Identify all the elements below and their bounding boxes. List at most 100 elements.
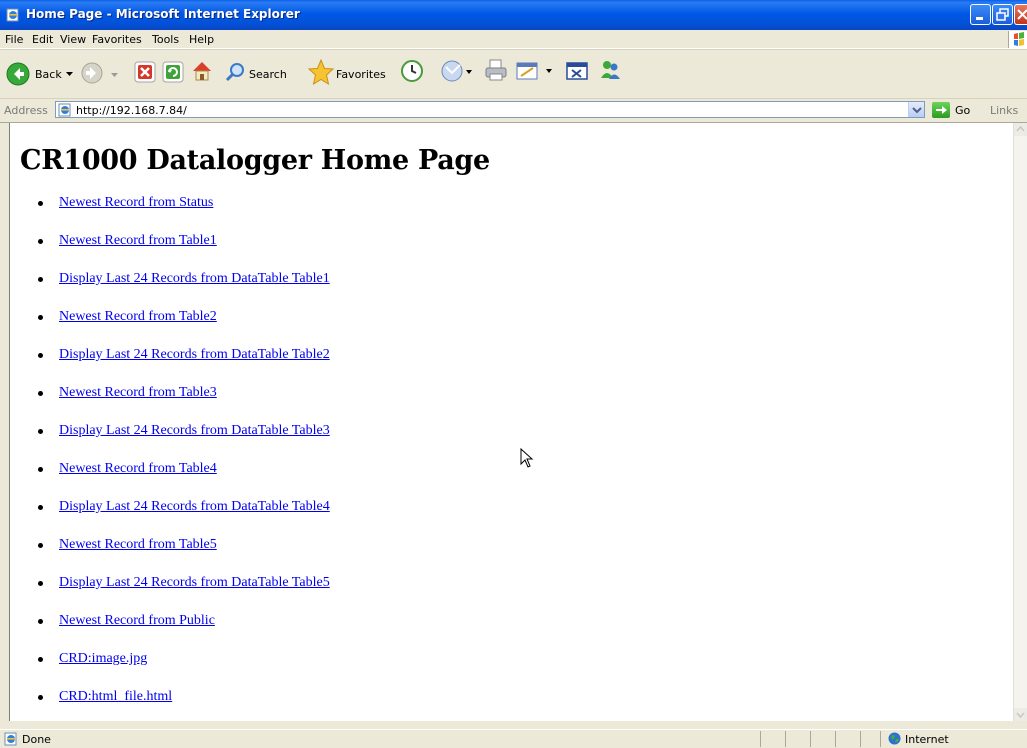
- ie-page-icon: [6, 8, 19, 22]
- link-crd-image[interactable]: CRD:image.jpg: [59, 651, 147, 667]
- maximize-button[interactable]: [992, 4, 1013, 25]
- back-arrow-icon: [6, 62, 30, 86]
- link-newest-table2[interactable]: Newest Record from Table2: [59, 309, 217, 325]
- messenger-button[interactable]: [598, 58, 622, 82]
- link-last24-table3[interactable]: Display Last 24 Records from DataTable T…: [59, 423, 330, 439]
- address-input[interactable]: http://192.168.7.84/: [55, 101, 925, 118]
- stop-icon: [134, 61, 156, 83]
- link-crd-html-file[interactable]: CRD:html_file.html: [59, 689, 172, 705]
- link-last24-table1[interactable]: Display Last 24 Records from DataTable T…: [59, 271, 330, 287]
- address-label: Address: [4, 104, 48, 117]
- link-newest-table4[interactable]: Newest Record from Table4: [59, 461, 217, 477]
- search-label: Search: [249, 68, 287, 81]
- bullet-icon: [38, 695, 43, 700]
- bullet-icon: [38, 391, 43, 396]
- restore-icon: [996, 8, 1009, 21]
- bullet-icon: [38, 429, 43, 434]
- status-text: Done: [22, 733, 51, 746]
- address-bar: Address http://192.168.7.84/ Go Links: [0, 99, 1027, 123]
- bullet-icon: [38, 201, 43, 206]
- close-button[interactable]: [1014, 4, 1027, 25]
- printer-icon: [485, 59, 507, 81]
- chevron-down-icon: [111, 73, 118, 77]
- bullet-icon: [38, 239, 43, 244]
- page-content: CR1000 Datalogger Home Page Newest Recor…: [9, 123, 1014, 721]
- forward-button[interactable]: [81, 62, 109, 86]
- refresh-icon: [162, 61, 184, 83]
- forward-arrow-icon: [81, 62, 103, 84]
- chevron-down-icon: [912, 107, 922, 114]
- title-bar: Home Page - Microsoft Internet Explorer: [0, 0, 1027, 30]
- discuss-icon: [566, 62, 588, 80]
- menu-tools[interactable]: Tools: [152, 33, 179, 46]
- link-newest-table3[interactable]: Newest Record from Table3: [59, 385, 217, 401]
- close-icon: [1017, 9, 1027, 20]
- bullet-icon: [38, 315, 43, 320]
- mail-icon: [441, 60, 472, 82]
- chevron-up-icon: [1016, 125, 1025, 132]
- globe-icon: [888, 732, 901, 745]
- menu-help[interactable]: Help: [189, 33, 214, 46]
- home-button[interactable]: [190, 59, 214, 83]
- history-button[interactable]: [400, 59, 424, 83]
- bullet-icon: [38, 505, 43, 510]
- search-button[interactable]: Search: [224, 59, 296, 87]
- home-icon: [193, 62, 211, 81]
- chevron-down-icon: [66, 72, 73, 76]
- left-frame-edge: [0, 123, 9, 721]
- bullet-icon: [38, 619, 43, 624]
- history-icon: [401, 60, 423, 82]
- go-button[interactable]: [932, 102, 950, 118]
- ie-page-icon: [4, 732, 17, 746]
- links-label[interactable]: Links: [990, 104, 1018, 117]
- go-label[interactable]: Go: [955, 104, 970, 117]
- address-url: http://192.168.7.84/: [76, 104, 187, 117]
- link-last24-table5[interactable]: Display Last 24 Records from DataTable T…: [59, 575, 330, 591]
- link-last24-table4[interactable]: Display Last 24 Records from DataTable T…: [59, 499, 330, 515]
- bullet-icon: [38, 467, 43, 472]
- menu-edit[interactable]: Edit: [32, 33, 53, 46]
- page-title: CR1000 Datalogger Home Page: [20, 145, 490, 176]
- bullet-icon: [38, 543, 43, 548]
- bullet-icon: [38, 657, 43, 662]
- windows-logo-icon: [1008, 31, 1027, 48]
- link-newest-public[interactable]: Newest Record from Public: [59, 613, 215, 629]
- link-newest-table5[interactable]: Newest Record from Table5: [59, 537, 217, 553]
- menu-file[interactable]: File: [5, 33, 23, 46]
- favorites-label: Favorites: [336, 68, 386, 81]
- security-zone-label: Internet: [905, 733, 949, 746]
- menu-view[interactable]: View: [60, 33, 86, 46]
- standard-toolbar: Back Search Favorites: [0, 49, 1027, 99]
- bullet-icon: [38, 353, 43, 358]
- favorites-button[interactable]: Favorites: [308, 58, 396, 86]
- refresh-button[interactable]: [162, 61, 184, 83]
- status-divider: [835, 731, 836, 747]
- print-button[interactable]: [484, 58, 508, 82]
- stop-button[interactable]: [134, 61, 156, 83]
- chevron-down-icon: [1016, 712, 1025, 719]
- go-arrow-icon: [936, 106, 947, 114]
- status-divider: [880, 731, 881, 747]
- edit-button[interactable]: [516, 60, 560, 82]
- vertical-scrollbar[interactable]: [1013, 123, 1027, 721]
- address-dropdown-button[interactable]: [908, 102, 924, 117]
- link-last24-table2[interactable]: Display Last 24 Records from DataTable T…: [59, 347, 330, 363]
- menu-favorites[interactable]: Favorites: [92, 33, 142, 46]
- ie-page-icon: [58, 103, 71, 117]
- back-button[interactable]: Back: [6, 59, 76, 87]
- discuss-button[interactable]: [566, 60, 588, 82]
- back-label: Back: [35, 68, 62, 81]
- mouse-cursor-icon: [520, 448, 534, 468]
- status-divider: [810, 731, 811, 747]
- mail-button[interactable]: [440, 59, 476, 83]
- minimize-button[interactable]: [970, 4, 991, 25]
- status-divider: [860, 731, 861, 747]
- link-newest-status[interactable]: Newest Record from Status: [59, 195, 213, 211]
- scroll-up-button[interactable]: [1014, 123, 1027, 136]
- edit-page-icon: [516, 62, 552, 80]
- search-icon: [225, 63, 244, 82]
- menu-bar: File Edit View Favorites Tools Help: [0, 30, 1027, 49]
- link-newest-table1[interactable]: Newest Record from Table1: [59, 233, 217, 249]
- bullet-icon: [38, 277, 43, 282]
- scroll-down-button[interactable]: [1014, 708, 1027, 721]
